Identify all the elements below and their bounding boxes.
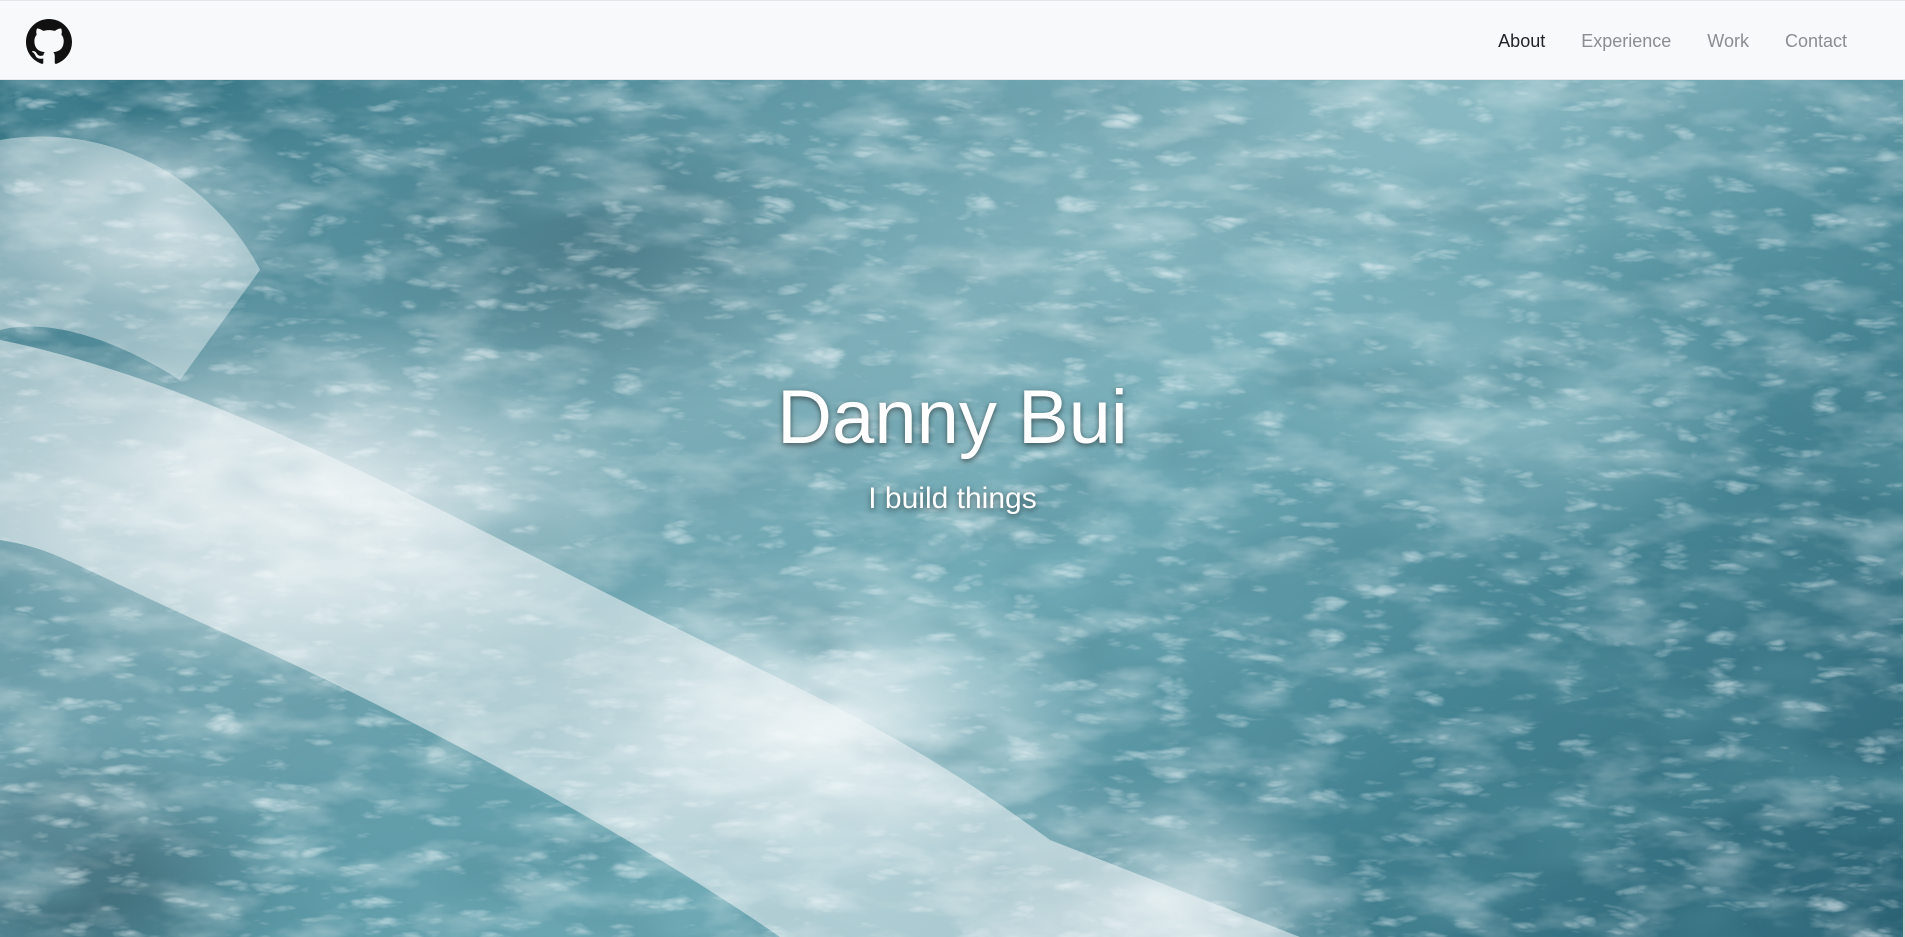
nav-work[interactable]: Work	[1707, 32, 1749, 50]
nav-about[interactable]: About	[1498, 32, 1545, 50]
github-link[interactable]	[26, 19, 72, 65]
main-nav: About Experience Work Contact	[1462, 1, 1847, 81]
page: About Experience Work Contact Danny Bui …	[0, 0, 1905, 937]
hero-section: Danny Bui I build things	[0, 80, 1905, 937]
navbar: About Experience Work Contact	[0, 0, 1905, 80]
hero-subtitle: I build things	[868, 482, 1037, 515]
github-icon	[26, 19, 72, 64]
hero-title: Danny Bui	[777, 375, 1128, 460]
nav-contact[interactable]: Contact	[1785, 32, 1847, 50]
nav-experience[interactable]: Experience	[1581, 32, 1671, 50]
